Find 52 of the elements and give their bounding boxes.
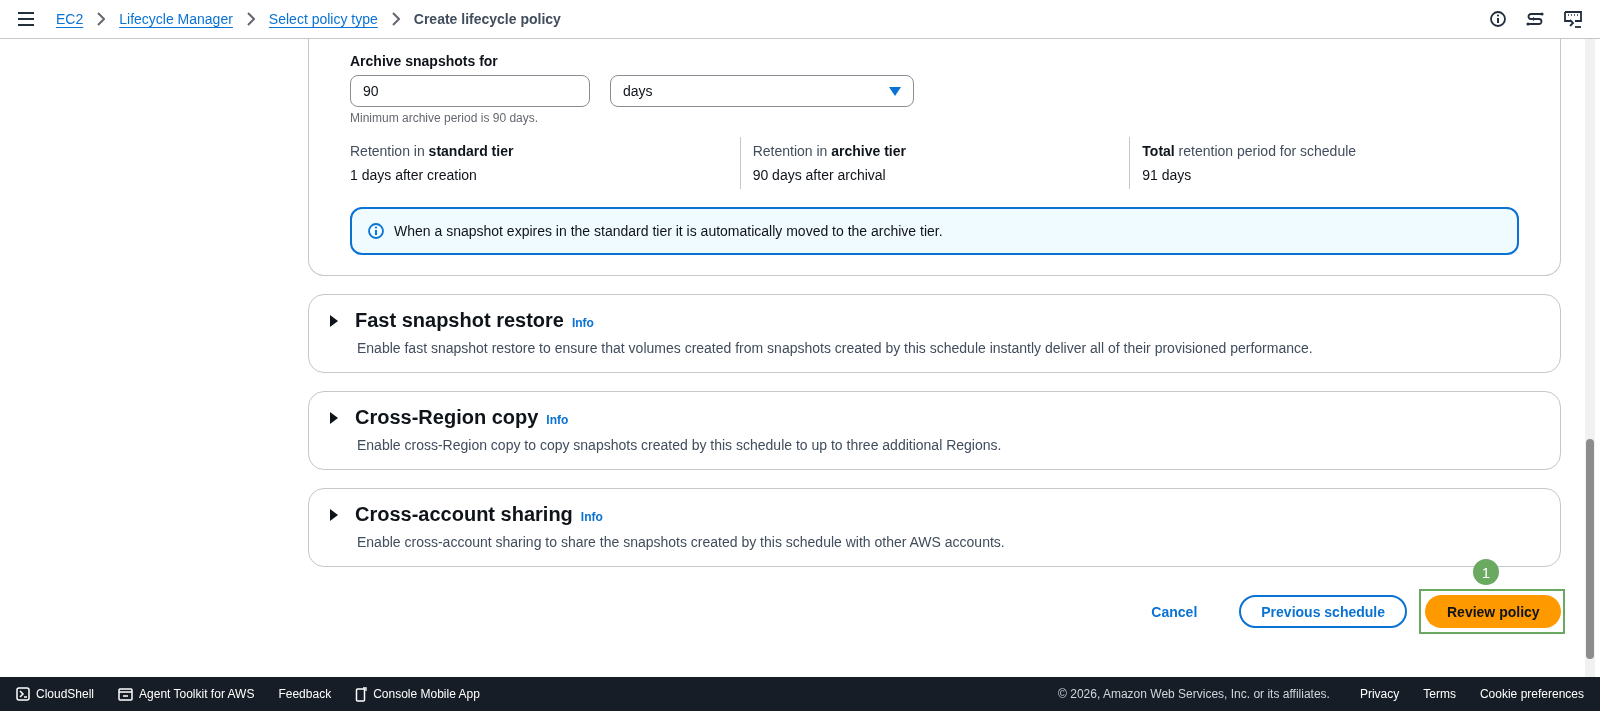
chevron-icon [391, 12, 400, 26]
cancel-button[interactable]: Cancel [1129, 595, 1220, 628]
caret-down-icon [889, 86, 901, 96]
copyright-text: © 2026, Amazon Web Services, Inc. or its affiliates. [1058, 687, 1330, 701]
retention-label: Total retention period for schedule [1142, 143, 1358, 159]
section-description: Enable cross-Region copy to copy snapshots created by this schedule to up to three additional Regions. [357, 437, 1003, 453]
footer-link[interactable]: Cookie preferences [1479, 687, 1584, 701]
info-link[interactable]: Info [546, 413, 569, 427]
alert-text: When a snapshot expires in the standard tier it is automatically moved to the archive tier. [394, 223, 943, 239]
section-title[interactable]: Fast snapshot restore [355, 309, 564, 332]
breadcrumb-link[interactable]: EC2 [56, 11, 84, 27]
retention-value: 90 days after archival [752, 167, 887, 183]
info-link[interactable]: Info [580, 510, 603, 524]
caret-right-icon[interactable] [329, 314, 339, 327]
section-title[interactable]: Cross-account sharing [355, 503, 573, 526]
info-link[interactable]: Info [571, 316, 594, 330]
window-icon [118, 687, 134, 701]
review-button[interactable]: Review policy [1425, 595, 1561, 628]
footer-link[interactable]: CloudShell [16, 687, 95, 701]
footer-link[interactable]: Terms [1423, 687, 1456, 701]
footer-link[interactable]: Console Mobile App [355, 686, 480, 702]
footer-link[interactable]: Feedback [278, 687, 332, 701]
footer-link[interactable]: Agent Toolkit for AWS [118, 687, 255, 701]
retention-label: Retention in archive tier [752, 143, 907, 159]
section-description: Enable cross-account sharing to share the snapshots created by this schedule with other AWS accounts. [357, 534, 1006, 550]
info-icon [368, 223, 384, 239]
caret-right-icon[interactable] [329, 508, 339, 521]
terminal-icon [16, 687, 30, 701]
section-description: Enable fast snapshot restore to ensure that volumes created from snapshots created by this schedule instantly deliver all of their provisioned performance. [357, 340, 1314, 356]
menu-icon[interactable] [18, 12, 34, 26]
phone-icon [355, 686, 368, 702]
footer-link[interactable]: Privacy [1359, 687, 1400, 701]
step-marker: 1 [1473, 559, 1499, 585]
caret-right-icon[interactable] [329, 411, 339, 424]
field-label: Archive snapshots for [350, 53, 499, 69]
info-icon[interactable] [1490, 11, 1506, 27]
terminal-icon[interactable] [1564, 10, 1582, 28]
retention-label: Retention in standard tier [350, 143, 515, 159]
input-field[interactable]: 90 [350, 75, 590, 107]
scrollbar[interactable] [1585, 39, 1595, 677]
chevron-icon [97, 12, 106, 26]
breadcrumb-current: Create lifecycle policy [413, 11, 561, 27]
field-hint: Minimum archive period is 90 days. [350, 111, 540, 125]
retention-value: 1 days after creation [350, 167, 478, 183]
section-title[interactable]: Cross-Region copy [355, 406, 539, 429]
swap-icon[interactable] [1526, 11, 1544, 27]
previous-button[interactable]: Previous schedule [1239, 595, 1407, 628]
retention-value: 91 days [1142, 167, 1193, 183]
unit-dropdown[interactable]: days [610, 75, 914, 107]
breadcrumb-link[interactable]: Select policy type [268, 11, 378, 27]
breadcrumb-link[interactable]: Lifecycle Manager [119, 11, 233, 27]
chevron-icon [246, 12, 255, 26]
